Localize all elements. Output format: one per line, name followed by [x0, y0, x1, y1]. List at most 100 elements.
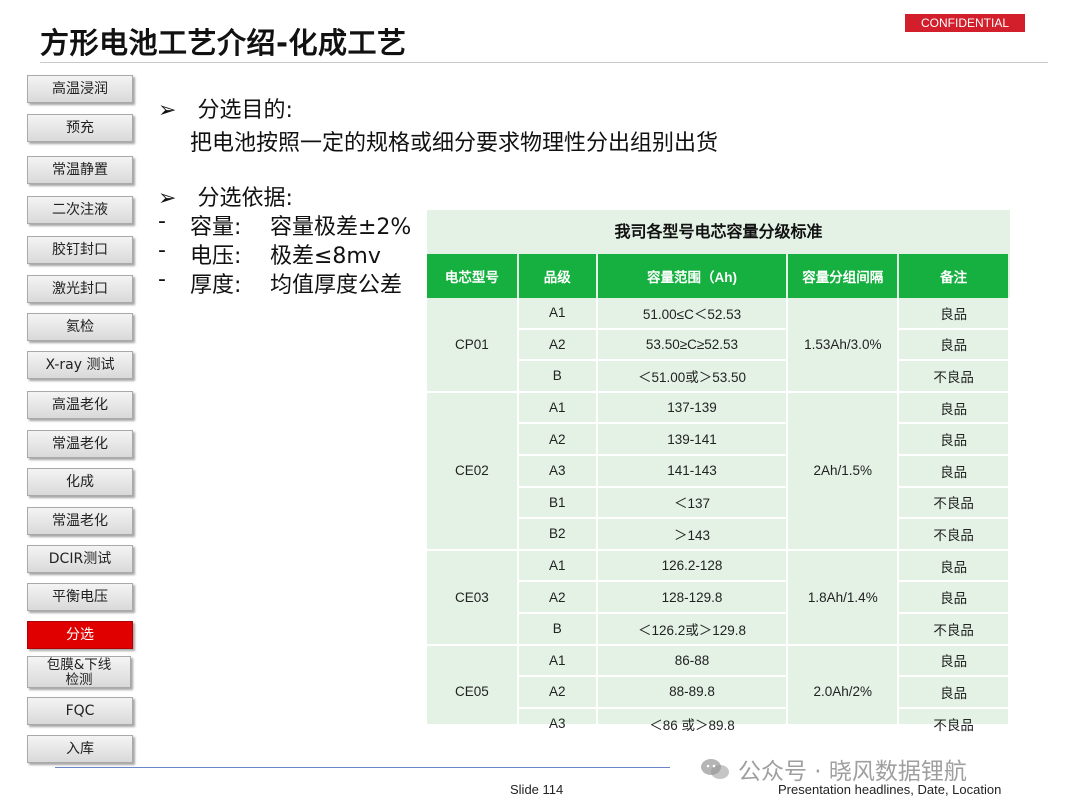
cell-grade: A3: [517, 454, 598, 488]
sidebar-item[interactable]: 化成: [27, 468, 133, 496]
cell-grade: A1: [517, 644, 598, 678]
basis-item-value: 极差≤8mv: [270, 244, 381, 269]
purpose-bullet: ➢ 分选目的:: [158, 92, 293, 124]
basis-item-thickness: - 厚度: 均值厚度公差: [158, 267, 402, 298]
cell-range: 141-143: [596, 454, 789, 488]
column-header: 容量范围（Ah): [596, 254, 789, 298]
basis-item-value: 均值厚度公差: [270, 273, 403, 298]
cell-note: 良品: [898, 298, 1010, 330]
table-header-row: 电芯型号 品级 容量范围（Ah) 容量分组间隔 备注: [427, 254, 1010, 298]
cell-note: 良品: [898, 328, 1010, 362]
basis-item-name: 电压:: [190, 244, 242, 269]
cell-grade: B: [517, 612, 598, 646]
cell-note: 不良品: [898, 612, 1010, 646]
cell-model: CE05: [427, 644, 519, 741]
wechat-icon: [700, 757, 730, 781]
column-header: 容量分组间隔: [787, 254, 900, 298]
sidebar-item[interactable]: 包膜&下线 检测: [27, 656, 131, 688]
cell-grade: A3: [517, 707, 598, 741]
basis-bullet: ➢ 分选依据:: [158, 180, 293, 212]
cell-model: CE02: [427, 391, 519, 551]
sidebar-item[interactable]: FQC: [27, 697, 133, 725]
dash-marker: -: [158, 209, 166, 234]
sidebar-item[interactable]: 常温静置: [27, 156, 133, 184]
slide-title: 方形电池工艺介绍-化成工艺: [40, 26, 407, 60]
cell-grade: B1: [517, 486, 598, 520]
basis-item-value: 容量极差±2%: [270, 215, 412, 240]
cell-note: 良品: [898, 549, 1010, 583]
capacity-grading-table: 我司各型号电芯容量分级标准 电芯型号 品级 容量范围（Ah) 容量分组间隔 备注…: [427, 210, 1010, 741]
cell-interval: 2.0Ah/2%: [787, 644, 900, 741]
cell-interval: 1.8Ah/1.4%: [787, 549, 900, 646]
confidential-badge: CONFIDENTIAL: [905, 14, 1025, 32]
cell-grade: B2: [517, 518, 598, 551]
table-row: CE02 A1 137-139 2Ah/1.5% 良品: [427, 391, 1010, 551]
purpose-heading: 分选目的:: [197, 98, 293, 123]
cell-model: CP01: [427, 298, 519, 393]
cell-grade: A1: [517, 298, 598, 330]
cell-interval: 1.53Ah/3.0%: [787, 298, 900, 393]
sidebar-item[interactable]: 平衡电压: [27, 583, 133, 611]
cell-range: 128-129.8: [596, 581, 789, 614]
cell-note: 良品: [898, 454, 1010, 488]
cell-note: 良品: [898, 644, 1010, 678]
sidebar-item[interactable]: 常温老化: [27, 507, 133, 535]
basis-item-capacity: - 容量: 容量极差±2%: [158, 209, 411, 240]
watermark-text: 公众号 · 晓风数据锂航: [738, 759, 967, 785]
bullet-arrow-icon: ➢: [158, 98, 177, 123]
sidebar-item[interactable]: X-ray 测试: [27, 351, 133, 379]
cell-grade: A1: [517, 391, 598, 425]
cell-range: 139-141: [596, 423, 789, 456]
cell-grade: A1: [517, 549, 598, 583]
cell-note: 良品: [898, 581, 1010, 614]
sidebar-item[interactable]: 入库: [27, 735, 133, 763]
sidebar-item[interactable]: 激光封口: [27, 275, 133, 303]
cell-range: 86-88: [596, 644, 789, 678]
column-header: 备注: [898, 254, 1010, 298]
cell-note: 不良品: [898, 518, 1010, 551]
purpose-text: 把电池按照一定的规格或细分要求物理性分出组别出货: [190, 131, 719, 156]
footer-divider: [55, 767, 670, 768]
sidebar-item[interactable]: 高温浸润: [27, 75, 133, 103]
sidebar-item[interactable]: 分选: [27, 621, 133, 649]
table-row: CE05 A1 86-88 2.0Ah/2% 良品: [427, 644, 1010, 741]
cell-grade: A2: [517, 581, 598, 614]
grading-grid: 电芯型号 品级 容量范围（Ah) 容量分组间隔 备注 CP01 A1 51.00≤C…: [427, 254, 1010, 741]
cell-range: ＜126.2或＞129.8: [596, 612, 789, 646]
cell-note: 良品: [898, 391, 1010, 425]
cell-interval: 2Ah/1.5%: [787, 391, 900, 551]
table-row: CE03 A1 126.2-128 1.8Ah/1.4% 良品: [427, 549, 1010, 646]
cell-range: 137-139: [596, 391, 789, 425]
basis-heading: 分选依据:: [197, 186, 293, 211]
cell-grade: A2: [517, 676, 598, 709]
cell-grade: A2: [517, 328, 598, 362]
cell-model: CE03: [427, 549, 519, 646]
sidebar-item[interactable]: 氦检: [27, 313, 133, 341]
slide-number: Slide 114: [510, 782, 564, 797]
cell-range: ＞143: [596, 518, 789, 551]
basis-item-voltage: - 电压: 极差≤8mv: [158, 238, 381, 269]
sidebar-item[interactable]: 二次注液: [27, 196, 133, 224]
cell-grade: B: [517, 360, 598, 393]
dash-marker: -: [158, 238, 166, 263]
table-title: 我司各型号电芯容量分级标准: [614, 222, 823, 241]
sidebar-item[interactable]: 高温老化: [27, 391, 133, 419]
sidebar-item-label: 检测: [65, 672, 93, 688]
cell-range: 126.2-128: [596, 549, 789, 583]
sidebar-item[interactable]: 胶钉封口: [27, 236, 133, 264]
cell-range: 88-89.8: [596, 676, 789, 709]
cell-range: 51.00≤C＜52.53: [596, 298, 789, 330]
sidebar-item[interactable]: 预充: [27, 114, 133, 142]
cell-note: 不良品: [898, 707, 1010, 741]
watermark: 公众号 · 晓风数据锂航: [700, 752, 967, 786]
dash-marker: -: [158, 267, 166, 292]
basis-item-name: 容量:: [190, 215, 242, 240]
sidebar-item[interactable]: 常温老化: [27, 430, 133, 458]
cell-note: 不良品: [898, 360, 1010, 393]
cell-range: ＜137: [596, 486, 789, 520]
sidebar-item-label: 包膜&下线: [46, 657, 112, 673]
column-header: 品级: [517, 254, 598, 298]
title-divider: [40, 62, 1048, 63]
cell-note: 良品: [898, 676, 1010, 709]
sidebar-item[interactable]: DCIR测试: [27, 545, 133, 573]
